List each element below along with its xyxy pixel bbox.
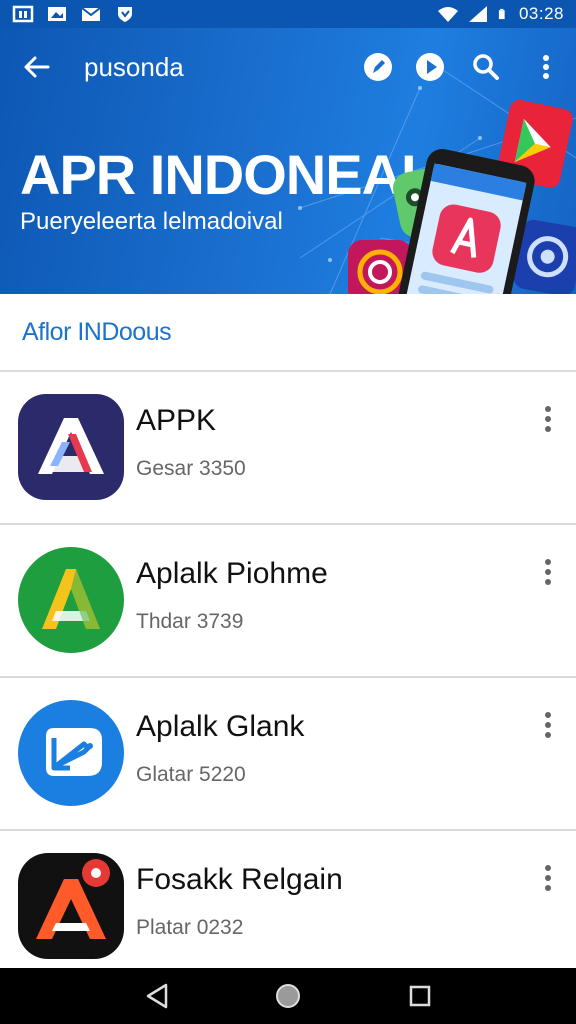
- status-system: 03:28: [437, 4, 564, 24]
- app-header: pusonda APR INDONEAI Pueryeleerta lelmad…: [0, 28, 576, 294]
- app-list-item[interactable]: Fosakk Relgain Platar 0232: [0, 831, 576, 984]
- appk-app-icon: [18, 394, 124, 500]
- app-subtitle: Glatar 5220: [136, 763, 246, 786]
- app-notification-icon: [12, 5, 34, 23]
- app-list: APPK Gesar 3350 Aplalk Piohme Thdar 3739…: [0, 372, 576, 984]
- section-title: Aflor INDoous: [22, 318, 172, 346]
- status-bar: 03:28: [0, 0, 576, 28]
- nav-home-icon[interactable]: [274, 982, 302, 1010]
- image-notification-icon: [48, 7, 66, 21]
- signal-icon: [468, 6, 487, 22]
- banner-illustration: [348, 99, 576, 294]
- nav-recents-icon[interactable]: [406, 982, 434, 1010]
- app-subtitle: Thdar 3739: [136, 610, 244, 633]
- status-time: 03:28: [518, 4, 564, 23]
- app-name: Aplalk Piohme: [136, 557, 328, 590]
- app-subtitle: Gesar 3350: [136, 457, 246, 480]
- mail-notification-icon: [81, 7, 101, 21]
- more-vert-icon[interactable]: [534, 710, 562, 740]
- app-subtitle: Platar 0232: [136, 916, 244, 939]
- fosakk-relgain-app-icon: [18, 853, 124, 959]
- system-navigation-bar: [0, 968, 576, 1024]
- battery-icon: [498, 8, 505, 20]
- aplalk-glank-app-icon: [18, 700, 124, 806]
- app-list-item[interactable]: Aplalk Piohme Thdar 3739: [0, 525, 576, 678]
- back-arrow-icon[interactable]: [20, 50, 54, 84]
- nav-back-icon[interactable]: [144, 982, 172, 1010]
- more-vert-icon[interactable]: [534, 863, 562, 893]
- wifi-icon: [437, 7, 458, 22]
- app-name: Aplalk Glank: [136, 710, 305, 743]
- more-vert-icon[interactable]: [534, 557, 562, 587]
- shield-notification-icon: [118, 7, 132, 22]
- banner-subtitle: Pueryeleerta lelmadoival: [20, 208, 283, 235]
- aplalk-piohme-app-icon: [18, 547, 124, 653]
- app-list-item[interactable]: APPK Gesar 3350: [0, 372, 576, 525]
- status-notifications: [12, 5, 136, 23]
- app-list-item[interactable]: Aplalk Glank Glatar 5220: [0, 678, 576, 831]
- app-name: Fosakk Relgain: [136, 863, 343, 896]
- app-name: APPK: [136, 404, 217, 437]
- more-vert-icon[interactable]: [534, 404, 562, 434]
- toolbar-title: pusonda: [84, 52, 184, 82]
